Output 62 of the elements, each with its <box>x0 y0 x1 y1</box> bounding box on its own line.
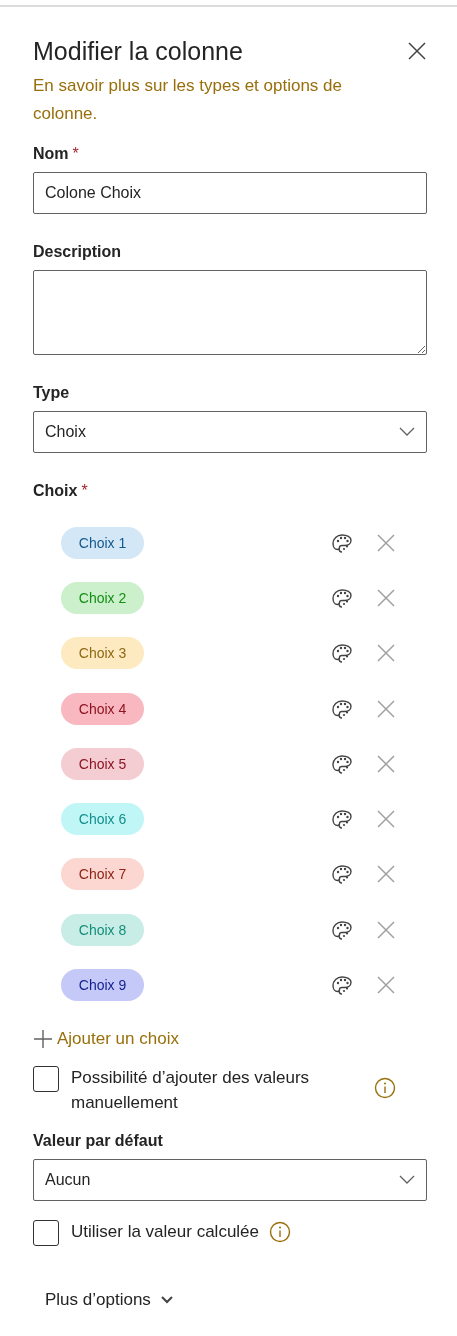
required-mark: * <box>81 481 88 501</box>
name-field[interactable]: Colone Choix <box>33 172 427 214</box>
remove-button[interactable] <box>376 864 396 885</box>
field-label: Choix <box>33 481 78 501</box>
more-options-button[interactable]: Plus d’options <box>45 1289 173 1310</box>
choice-tag: Choix 1 <box>61 526 144 559</box>
remove-button[interactable] <box>376 532 396 553</box>
choice-tag: Choix 3 <box>61 637 144 670</box>
field-label: Nom <box>33 144 69 164</box>
chevron-down-icon <box>160 1295 173 1304</box>
checkbox-label: Possibilité d’ajouter des valeurs manuellement <box>71 1066 311 1114</box>
palette-button[interactable] <box>330 862 354 887</box>
choice-tag: Choix 2 <box>61 581 144 614</box>
description-field[interactable] <box>33 270 427 355</box>
chevron-down-icon <box>399 427 415 437</box>
choice-tag: Choix 5 <box>61 747 144 780</box>
palette-button[interactable] <box>330 807 354 832</box>
remove-button[interactable] <box>376 975 396 995</box>
help-link[interactable]: En savoir plus sur les types et options de colonne. <box>33 72 383 128</box>
palette-icon <box>330 973 354 997</box>
chevron-down-icon <box>399 1174 415 1185</box>
close-icon <box>376 532 396 553</box>
remove-button[interactable] <box>376 587 396 608</box>
palette-icon <box>330 641 354 666</box>
remove-button[interactable] <box>376 698 396 719</box>
palette-button[interactable] <box>330 973 354 997</box>
field-label: Type <box>33 383 70 403</box>
info-icon <box>374 1076 396 1099</box>
remove-button[interactable] <box>376 753 396 774</box>
remove-button[interactable] <box>376 643 396 664</box>
choice-tag: Choix 8 <box>61 913 144 946</box>
field-label: Description <box>33 242 121 262</box>
close-icon <box>376 587 396 608</box>
checkbox[interactable] <box>33 1219 59 1246</box>
type-dropdown[interactable]: Choix <box>33 411 427 453</box>
close-icon <box>376 919 396 940</box>
choice-tag: Choix 7 <box>61 858 144 891</box>
checkbox-label: Utiliser la valeur calculée <box>71 1220 260 1243</box>
close-button[interactable] <box>407 41 427 61</box>
plus-icon <box>33 1028 53 1049</box>
close-icon <box>376 753 396 774</box>
choice-tag: Choix 6 <box>61 803 144 836</box>
add-choice-link[interactable]: Ajouter un choix <box>33 1028 179 1049</box>
close-icon <box>376 698 396 719</box>
required-mark: * <box>72 144 79 164</box>
panel-title: Modifier la colonne <box>33 37 243 66</box>
close-icon <box>407 41 427 61</box>
choice-tag: Choix 9 <box>61 969 144 1001</box>
close-icon <box>376 864 396 885</box>
palette-button[interactable] <box>330 641 354 666</box>
palette-icon <box>330 862 354 887</box>
close-icon <box>376 975 396 995</box>
remove-button[interactable] <box>376 919 396 940</box>
choice-tag: Choix 4 <box>61 692 144 725</box>
remove-button[interactable] <box>376 809 396 830</box>
info-icon <box>269 1220 292 1243</box>
checkbox[interactable] <box>33 1065 59 1092</box>
field-label: Valeur par défaut <box>33 1130 163 1151</box>
close-icon <box>376 643 396 664</box>
default-value-dropdown[interactable]: Aucun <box>33 1158 427 1201</box>
palette-icon <box>330 807 354 832</box>
close-icon <box>376 809 396 830</box>
